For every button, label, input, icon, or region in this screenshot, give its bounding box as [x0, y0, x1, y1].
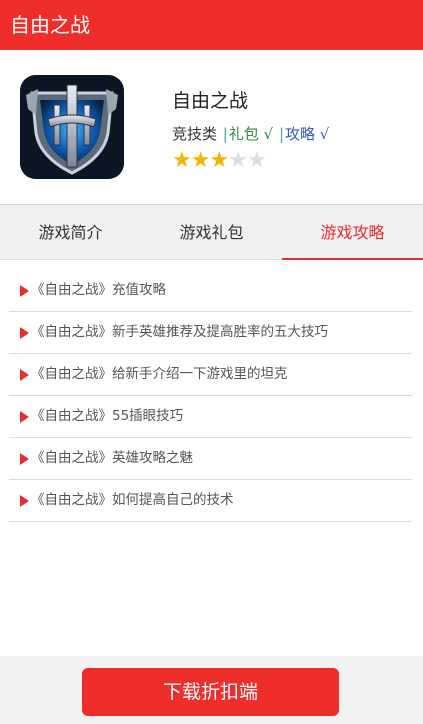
list-item[interactable]: 《自由之战》如何提高自己的技术 — [9, 480, 412, 522]
star-rating: ★★★★★ — [172, 148, 267, 173]
list-item[interactable]: 《自由之战》充值攻略 — [9, 270, 412, 312]
triangle-right-icon — [20, 495, 29, 507]
article-title: 《自由之战》给新手介绍一下游戏里的坦克 — [31, 366, 288, 382]
gift-tag: 礼包 √ — [228, 125, 274, 143]
triangle-right-icon — [20, 327, 29, 339]
divider: | — [278, 125, 285, 143]
divider: | — [222, 125, 228, 143]
article-title: 《自由之战》新手英雄推荐及提高胜率的五大技巧 — [31, 324, 328, 340]
app-tags: 竞技类 |礼包 √ |攻略 √ — [172, 123, 329, 144]
list-item[interactable]: 《自由之战》新手英雄推荐及提高胜率的五大技巧 — [9, 312, 412, 354]
tab-intro[interactable]: 游戏简介 — [0, 205, 141, 260]
star-filled-icon: ★ — [209, 148, 229, 173]
list-item[interactable]: 《自由之战》给新手介绍一下游戏里的坦克 — [9, 354, 412, 396]
guide-tag: 攻略 √ — [285, 125, 330, 143]
list-item[interactable]: 《自由之战》55插眼技巧 — [9, 396, 412, 438]
page-title: 自由之战 — [10, 13, 90, 37]
article-title: 《自由之战》55插眼技巧 — [31, 408, 184, 424]
game-logo-icon — [20, 75, 124, 179]
tab-gifts[interactable]: 游戏礼包 — [141, 205, 282, 260]
tab-bar: 游戏简介 游戏礼包 游戏攻略 — [0, 204, 423, 260]
article-list: 《自由之战》充值攻略 《自由之战》新手英雄推荐及提高胜率的五大技巧 《自由之战》… — [9, 270, 412, 522]
triangle-right-icon — [20, 285, 29, 297]
article-title: 《自由之战》充值攻略 — [31, 282, 166, 298]
app-info-panel: 自由之战 竞技类 |礼包 √ |攻略 √ ★★★★★ — [0, 50, 423, 204]
article-title: 《自由之战》英雄攻略之魅 — [31, 450, 193, 466]
star-filled-icon: ★ — [190, 148, 211, 173]
tab-guides[interactable]: 游戏攻略 — [282, 205, 423, 260]
triangle-right-icon — [20, 453, 29, 465]
app-name: 自由之战 — [172, 90, 249, 112]
download-button[interactable]: 下载折扣端 — [82, 668, 339, 716]
category-label: 竞技类 — [172, 125, 218, 143]
star-empty-icon: ★ — [228, 148, 248, 173]
footer-bar: 下载折扣端 — [0, 656, 423, 724]
list-item[interactable]: 《自由之战》英雄攻略之魅 — [9, 438, 412, 480]
triangle-right-icon — [20, 369, 29, 381]
star-empty-icon: ★ — [246, 148, 267, 173]
article-title: 《自由之战》如何提高自己的技术 — [31, 492, 234, 508]
star-filled-icon: ★ — [172, 148, 192, 173]
triangle-right-icon — [20, 411, 29, 423]
top-bar: 自由之战 — [0, 0, 423, 50]
